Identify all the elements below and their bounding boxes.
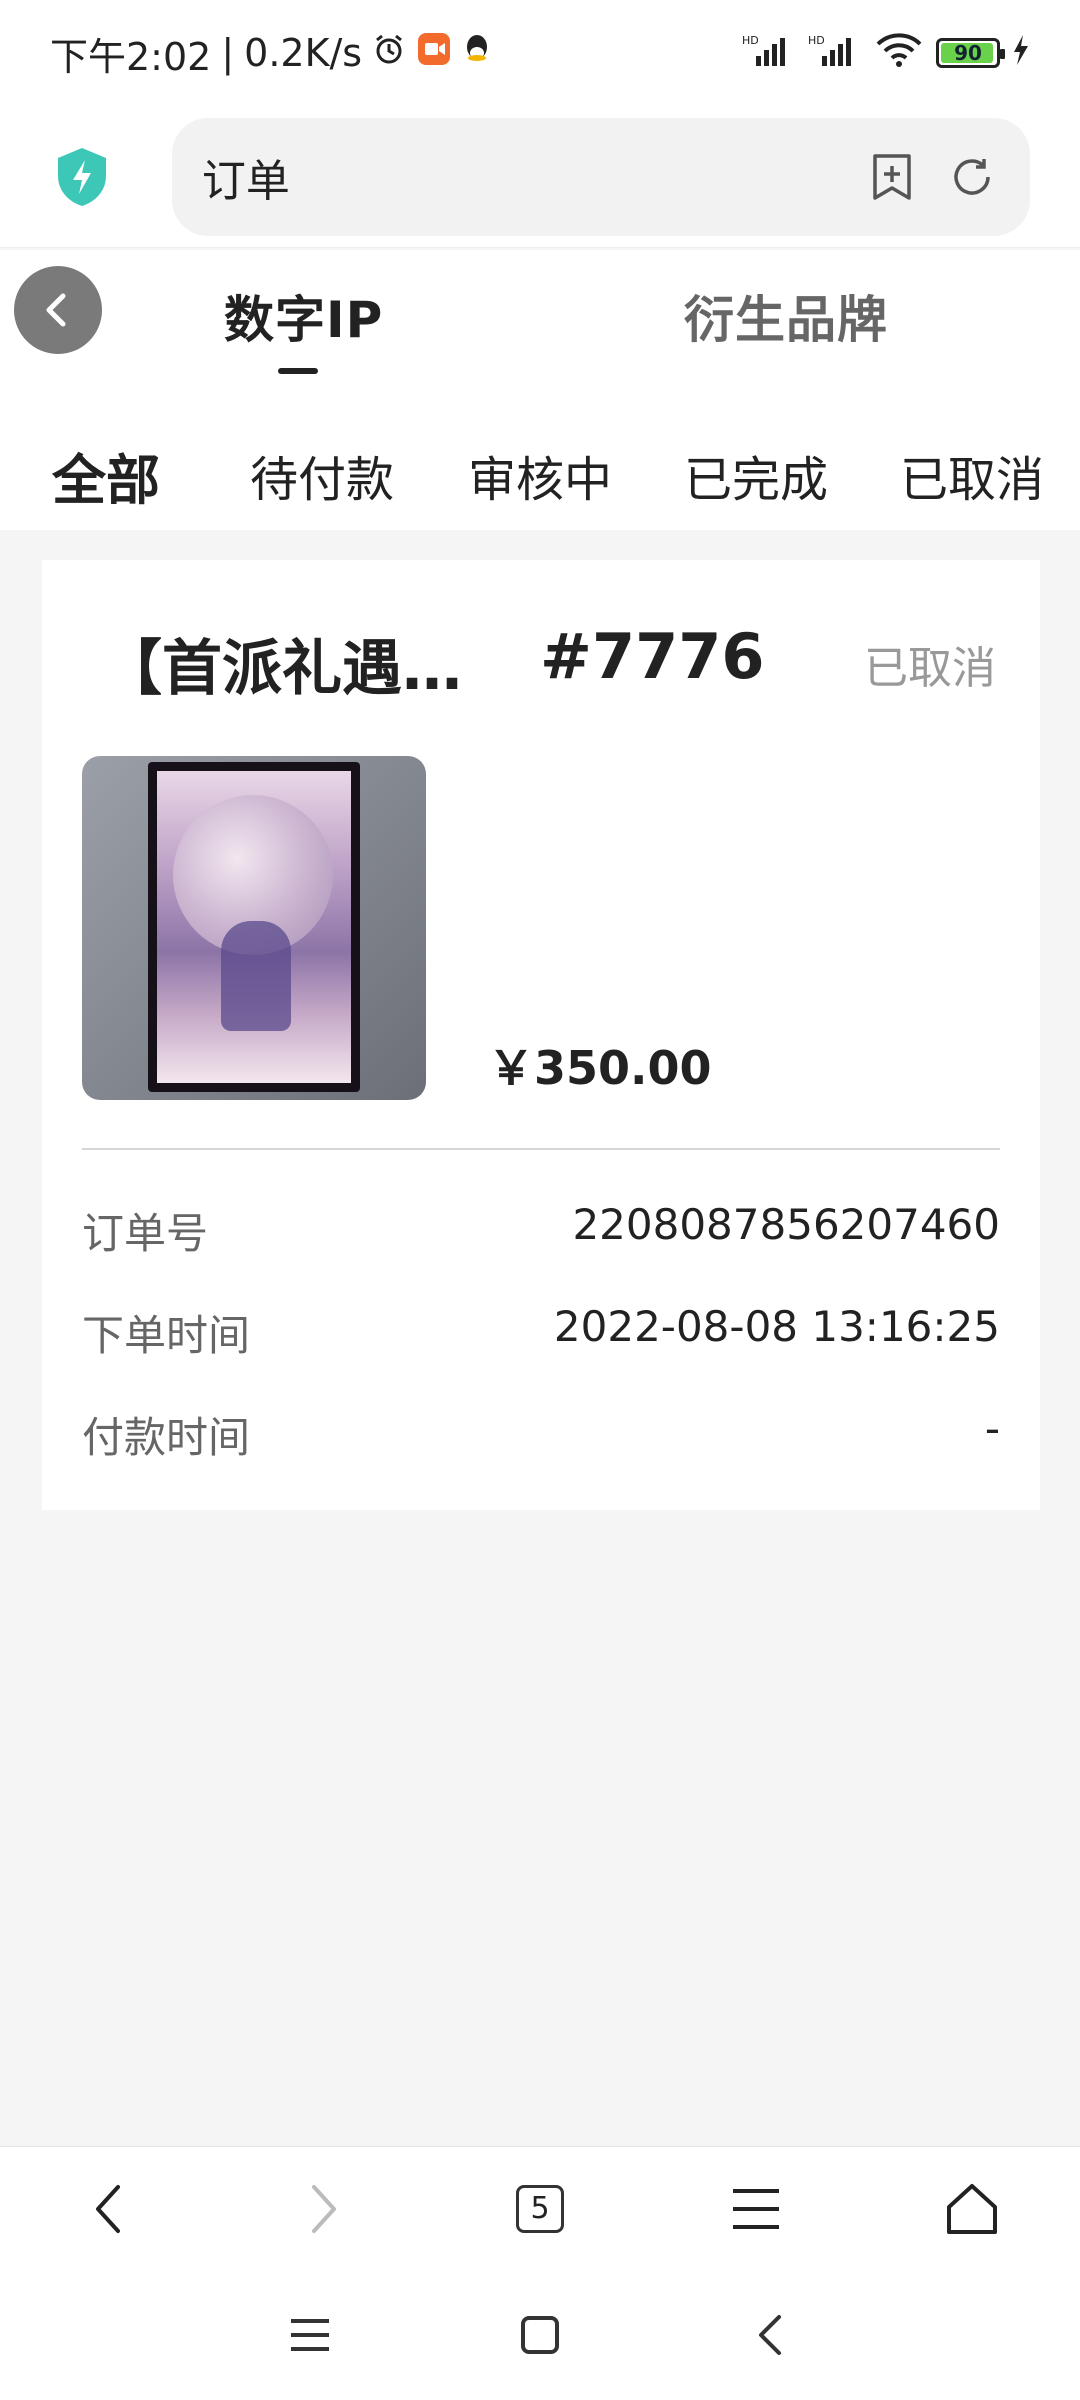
artwork-image [157,771,351,1083]
network-speed: 0.2K/s [244,31,363,75]
home-button[interactable] [864,2147,1080,2271]
charging-icon [1012,35,1030,71]
filter-all[interactable]: 全部 [52,436,160,515]
bookmark-add-icon[interactable] [864,149,920,205]
filter-cancelled[interactable]: 已取消 [900,440,1044,510]
chevron-right-icon [312,2184,336,2233]
signal-hd-icon-2: HD [808,32,862,74]
browser-forward-button[interactable] [216,2147,432,2271]
status-filters: 全部 待付款 审核中 已完成 已取消 [0,420,1080,530]
system-navigation-bar [0,2270,1080,2400]
recents-icon [291,2319,329,2351]
filter-under-review[interactable]: 审核中 [468,440,612,510]
order-number-value: 2208087856207460 [572,1200,1000,1249]
screen: 下午2:02 | 0.2K/s HD HD 90 订单 数字IP 衍生品牌 全部… [0,0,1080,2400]
order-time-label: 下单时间 [82,1311,251,1360]
system-back-button[interactable] [655,2270,885,2400]
figures-shape [221,921,291,1031]
order-status: 已取消 [864,643,996,694]
chevron-left-icon [46,293,66,327]
svg-text:HD: HD [808,34,825,47]
product-thumbnail[interactable] [82,756,426,1100]
battery-indicator: 90 [936,38,1005,68]
card-divider [82,1148,1000,1150]
artwork-frame [148,762,360,1092]
video-app-icon [416,31,452,76]
alarm-icon [372,31,406,75]
system-home-button[interactable] [425,2270,655,2400]
tab-digital-ip[interactable]: 数字IP [224,280,383,352]
order-card[interactable]: 【首派礼遇… #7776 已取消 ￥350.00 订单号 22080878562… [42,560,1040,1510]
chevron-left-icon [96,2184,120,2233]
svg-text:HD: HD [742,34,759,47]
address-text[interactable]: 订单 [202,145,840,209]
back-button[interactable] [14,266,102,354]
order-number-label: 订单号 [82,1209,209,1258]
wifi-icon [874,32,924,74]
refresh-icon[interactable] [944,149,1000,205]
shield-icon[interactable] [50,145,114,209]
tab-derivative-brand[interactable]: 衍生品牌 [684,280,888,352]
signal-hd-icon: HD [742,32,796,74]
filter-completed[interactable]: 已完成 [684,440,828,510]
square-icon [521,2316,559,2354]
order-title: 【首派礼遇… [102,634,462,704]
status-left: 下午2:02 | 0.2K/s [50,26,492,81]
order-time-row: 下单时间 2022-08-08 13:16:25 [82,1302,1000,1363]
back-icon [759,2315,781,2355]
filter-pending-payment[interactable]: 待付款 [250,440,394,510]
tabs-count: 5 [516,2184,564,2233]
qq-icon [462,31,492,75]
payment-time-label: 付款时间 [82,1413,251,1462]
menu-button[interactable] [648,2147,864,2271]
browser-address-bar: 订单 [0,106,1080,248]
recent-apps-button[interactable] [195,2270,425,2400]
status-separator: | [221,31,235,75]
order-tabs-section: 数字IP 衍生品牌 全部 待付款 审核中 已完成 已取消 [0,250,1080,530]
order-item-number: #7776 [540,620,765,693]
status-time: 下午2:02 [50,34,212,79]
browser-toolbar: 5 [0,2146,1080,2270]
hamburger-icon [733,2188,779,2229]
browser-back-button[interactable] [0,2147,216,2271]
active-tab-indicator [278,368,318,374]
order-number-row: 订单号 2208087856207460 [82,1200,1000,1261]
battery-level: 90 [954,41,982,65]
payment-time-row: 付款时间 - [82,1404,1000,1465]
home-icon [947,2183,997,2234]
status-right: HD HD 90 [742,32,1030,74]
payment-time-value: - [984,1404,1000,1453]
tabs-button[interactable]: 5 [432,2147,648,2271]
status-bar: 下午2:02 | 0.2K/s HD HD 90 [0,0,1080,106]
address-field[interactable]: 订单 [171,117,1030,236]
order-price: ￥350.00 [488,1041,712,1095]
order-time-value: 2022-08-08 13:16:25 [553,1302,1000,1351]
